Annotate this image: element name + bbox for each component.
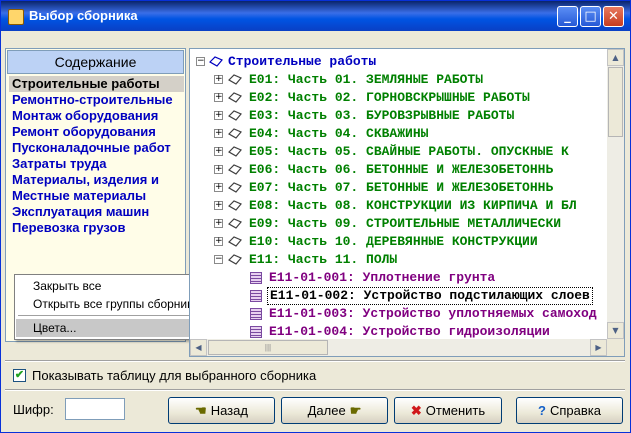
menu-item-colors[interactable]: Цвета...: [16, 319, 216, 337]
collection-tree: − Строительные работы + E01: Часть 01. ЗЕМЛ…: [189, 48, 625, 357]
vertical-scroll-thumb[interactable]: [608, 67, 623, 137]
tree-label: E11-01-003: Устройство уплотняемых самох…: [269, 306, 597, 321]
contents-list: Строительные работы Ремонтно-строительны…: [9, 76, 184, 236]
tree-label: E02: Часть 02. ГОРНОВСКРЫШНЫЕ РАБОТЫ: [249, 90, 530, 105]
title-bar[interactable]: Выбор сборника _ □ ✕: [1, 1, 630, 31]
tree-label: E06: Часть 06. БЕТОННЫЕ И ЖЕЛЕЗОБЕТОННЬ: [249, 162, 554, 177]
table-icon: [250, 290, 262, 302]
vertical-scrollbar[interactable]: ▲ ▼: [607, 49, 624, 339]
cipher-input[interactable]: [65, 398, 125, 420]
cancel-x-icon: ✖: [410, 403, 422, 418]
contents-item[interactable]: Строительные работы: [9, 76, 184, 92]
back-button[interactable]: ☚ Назад: [168, 397, 275, 424]
help-label: Справка: [549, 403, 601, 418]
show-table-label: Показывать таблицу для выбранного сборни…: [32, 368, 317, 383]
contents-item[interactable]: Монтаж оборудования: [9, 108, 184, 124]
expand-icon[interactable]: +: [214, 201, 223, 210]
menu-separator: [18, 315, 214, 316]
cancel-label: Отменить: [425, 403, 486, 418]
tree-label: E11: Часть 11. ПОЛЫ: [249, 252, 398, 267]
tree-label: E08: Часть 08. КОНСТРУКЦИИ ИЗ КИРПИЧА И …: [249, 198, 577, 213]
contents-item[interactable]: Местные материалы: [9, 188, 184, 204]
contents-item[interactable]: Пусконаладочные работ: [9, 140, 184, 156]
show-table-checkbox[interactable]: ✔: [13, 369, 26, 382]
expand-icon[interactable]: +: [214, 165, 223, 174]
contents-header: Содержание: [7, 50, 184, 74]
table-icon: [250, 272, 262, 284]
expand-icon[interactable]: +: [214, 93, 223, 102]
tree-content: − Строительные работы + E01: Часть 01. ЗЕМЛ…: [190, 49, 607, 339]
horizontal-scrollbar[interactable]: ◀ ||| ▶: [190, 339, 607, 356]
next-label: Далее: [307, 403, 346, 418]
help-button[interactable]: ? Справка: [516, 397, 623, 424]
divider: [5, 360, 625, 362]
scroll-right-icon[interactable]: ▶: [590, 339, 607, 356]
window-title: Выбор сборника: [29, 8, 138, 23]
tree-label: E11-01-004: Устройство гидроизоляции: [269, 324, 550, 339]
close-button[interactable]: ✕: [603, 6, 624, 27]
contents-item[interactable]: Эксплуатация машин: [9, 204, 184, 220]
expand-icon[interactable]: +: [214, 75, 223, 84]
minimize-button[interactable]: _: [557, 6, 578, 27]
hand-left-icon: ☚: [195, 403, 207, 418]
cancel-button[interactable]: ✖ Отменить: [394, 397, 502, 424]
tree-label: E01: Часть 01. ЗЕМЛЯНЫЕ РАБОТЫ: [249, 72, 484, 87]
tree-label: E11-01-002: Устройство подстилающих слое…: [267, 287, 593, 305]
contents-item[interactable]: Ремонтно-строительные: [9, 92, 184, 108]
tree-label: E07: Часть 07. БЕТОННЫЕ И ЖЕЛЕЗОБЕТОННЬ: [249, 180, 554, 195]
expand-icon[interactable]: +: [214, 129, 223, 138]
expand-icon[interactable]: +: [214, 237, 223, 246]
menu-item-expand-all-groups[interactable]: Открыть все группы сборников: [16, 295, 216, 313]
horizontal-scroll-thumb[interactable]: |||: [208, 340, 328, 355]
scroll-left-icon[interactable]: ◀: [190, 339, 207, 356]
back-label: Назад: [210, 403, 248, 418]
tree-label: E04: Часть 04. СКВАЖИНЫ: [249, 126, 429, 141]
app-icon: [8, 9, 24, 25]
dialog-window: Выбор сборника _ □ ✕ Содержание Строител…: [0, 0, 631, 433]
divider: [5, 389, 625, 391]
expand-icon[interactable]: +: [214, 183, 223, 192]
tree-label: E09: Часть 09. СТРОИТЕЛЬНЫЕ МЕТАЛЛИЧЕСКИ: [249, 216, 562, 231]
tree-label: E10: Часть 10. ДЕРЕВЯННЫЕ КОНСТРУКЦИИ: [249, 234, 538, 249]
table-icon: [250, 308, 262, 320]
scroll-down-icon[interactable]: ▼: [607, 322, 624, 339]
expand-icon[interactable]: +: [214, 111, 223, 120]
tree-label: E11-01-001: Уплотнение грунта: [269, 270, 496, 285]
hand-right-icon: ☛: [349, 403, 362, 418]
help-question-icon: ?: [538, 403, 546, 418]
menu-item-collapse-all[interactable]: Закрыть все: [16, 277, 216, 295]
tree-label: Строительные работы: [228, 54, 377, 69]
tree-label: E05: Часть 05. СВАЙНЫЕ РАБОТЫ. ОПУСКНЫЕ …: [249, 144, 569, 159]
contents-item[interactable]: Материалы, изделия и: [9, 172, 184, 188]
scroll-up-icon[interactable]: ▲: [607, 49, 624, 66]
contents-item[interactable]: Ремонт оборудования: [9, 124, 184, 140]
context-menu: Закрыть все Открыть все группы сборников…: [14, 274, 218, 340]
table-icon: [250, 326, 262, 338]
expand-icon[interactable]: +: [214, 147, 223, 156]
cipher-label: Шифр:: [13, 402, 54, 417]
next-button[interactable]: Далее ☛: [281, 397, 388, 424]
tree-label: E03: Часть 03. БУРОВЗРЫВНЫЕ РАБОТЫ: [249, 108, 515, 123]
collapse-icon[interactable]: −: [214, 255, 223, 264]
maximize-button[interactable]: □: [580, 6, 601, 27]
expand-icon[interactable]: +: [214, 219, 223, 228]
scroll-corner: [607, 339, 624, 356]
contents-item[interactable]: Перевозка грузов: [9, 220, 184, 236]
collapse-icon[interactable]: −: [196, 57, 205, 66]
contents-item[interactable]: Затраты труда: [9, 156, 184, 172]
